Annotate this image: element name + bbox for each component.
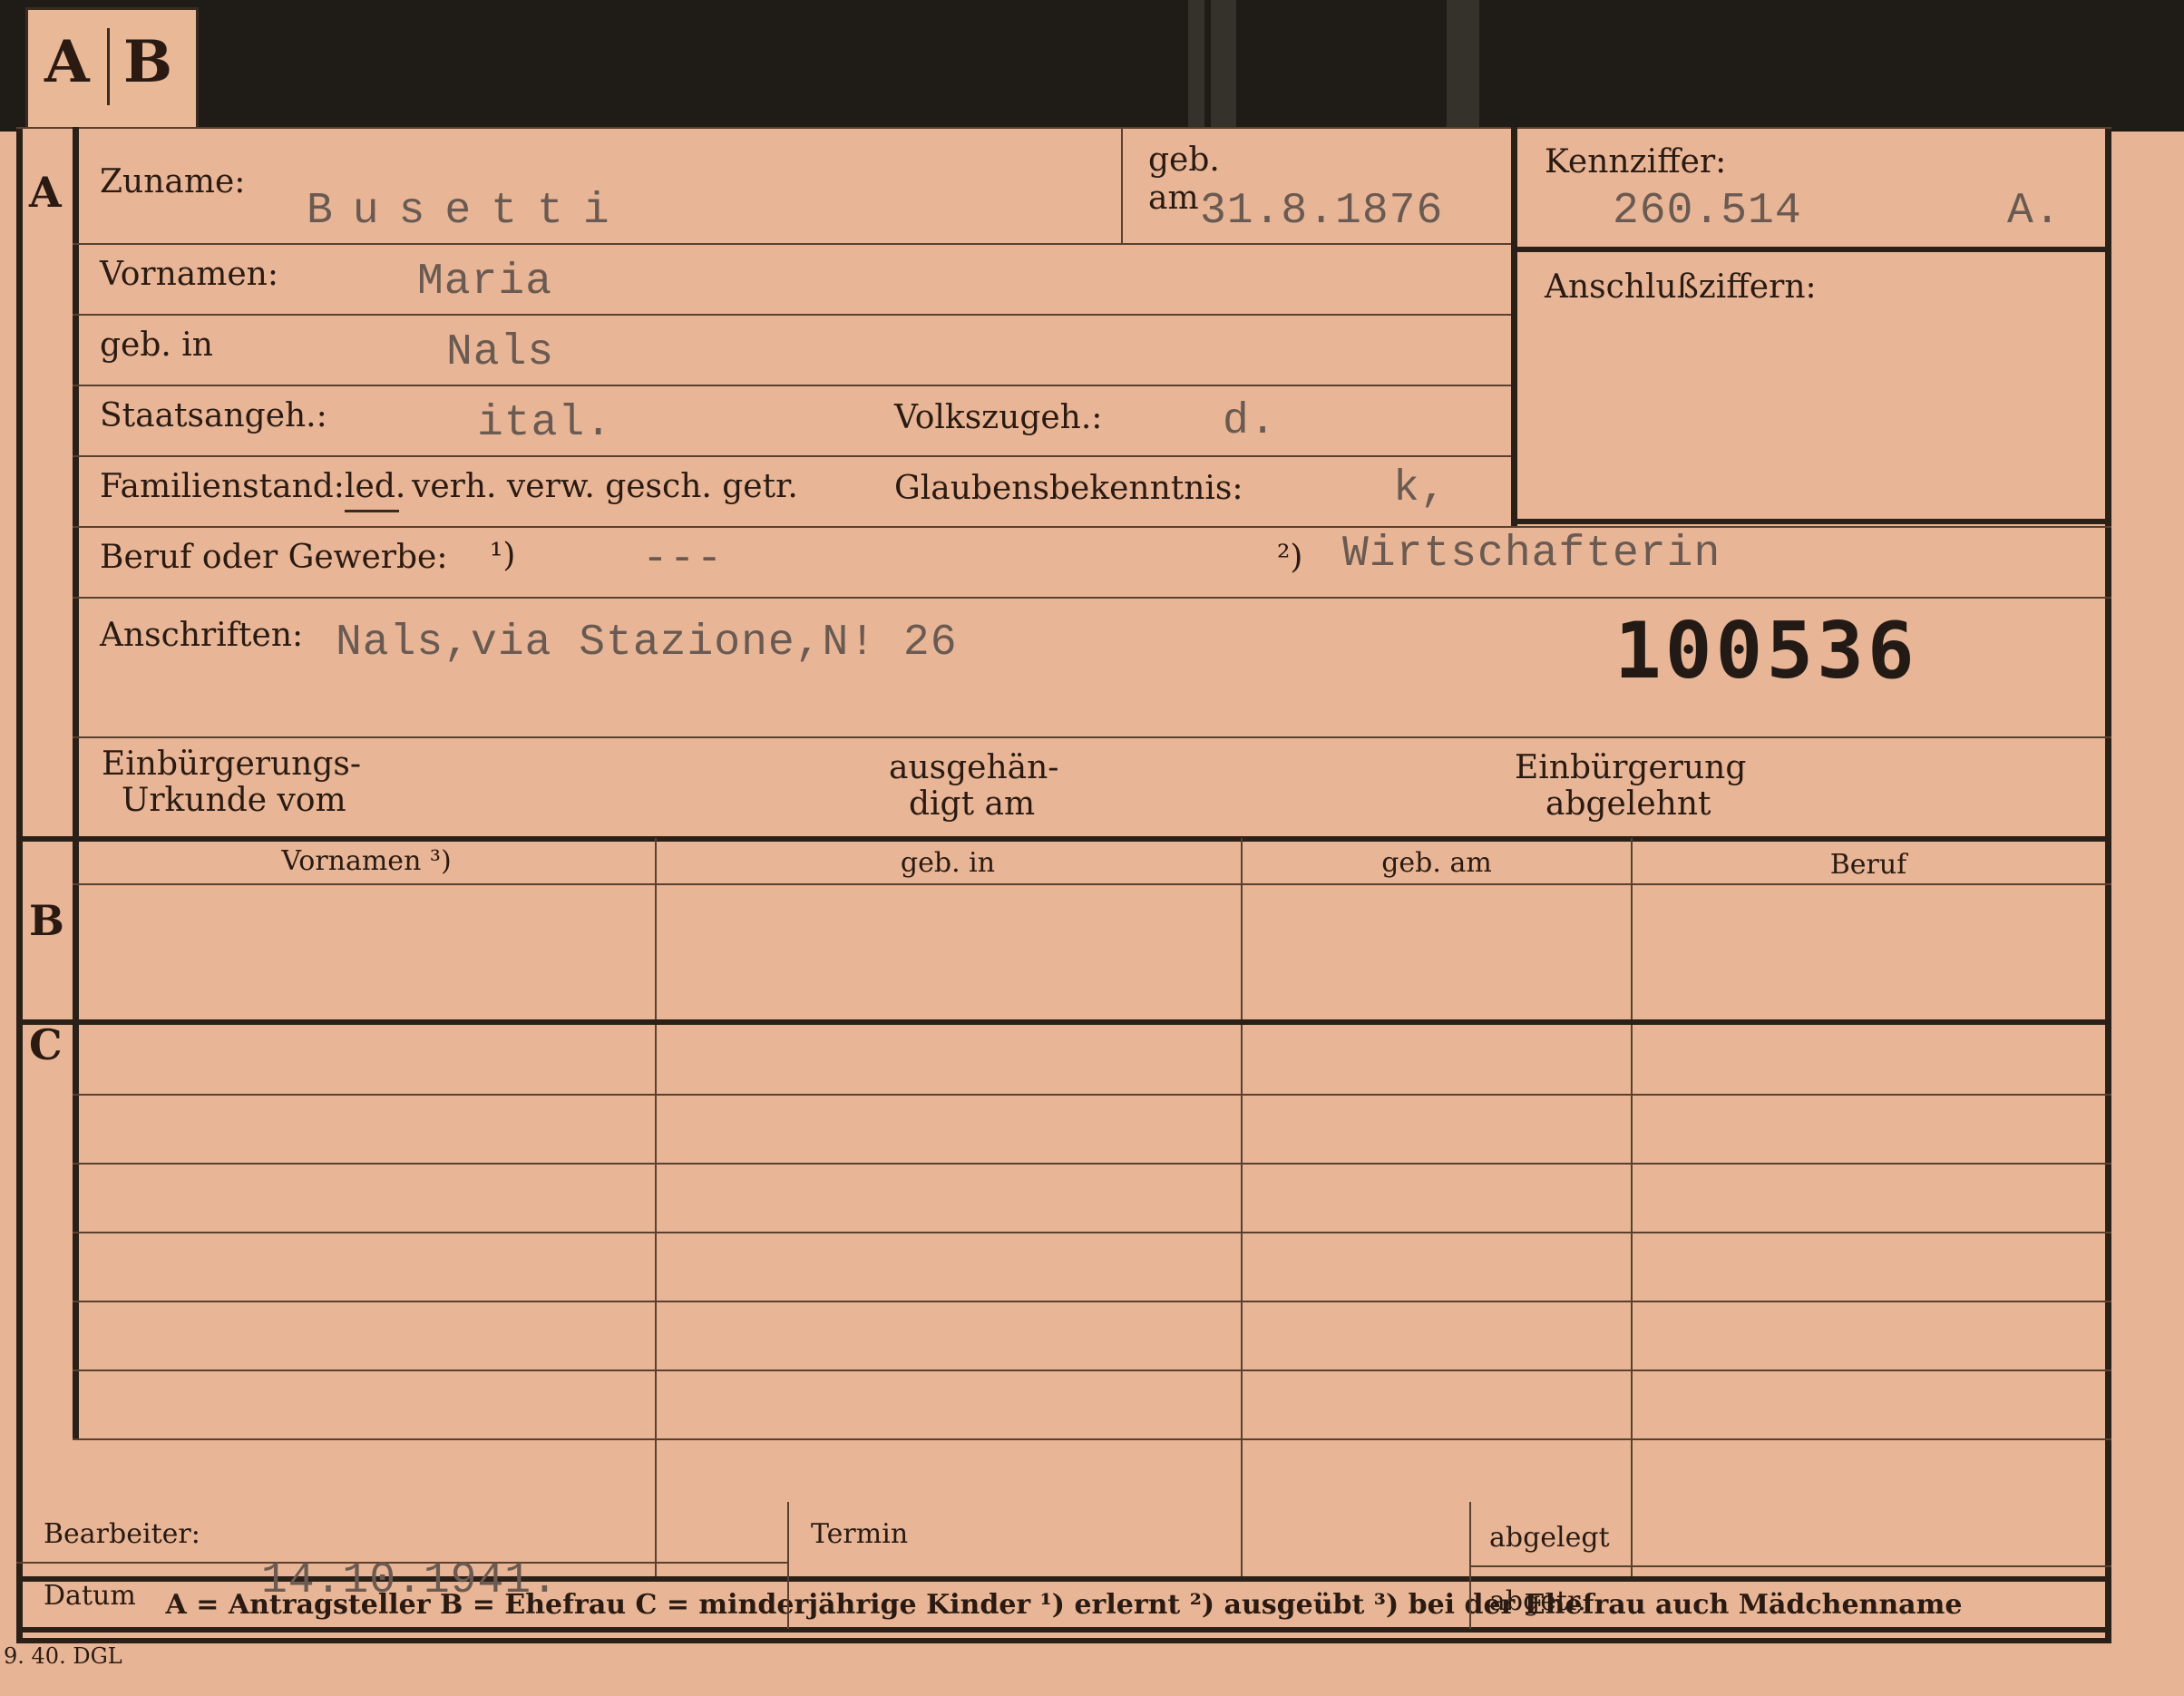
row-line	[73, 385, 1511, 386]
beruf-label: Beruf oder Gewerbe:	[100, 539, 448, 576]
section-b-letter: B	[29, 896, 64, 945]
ausgehaendigt-label-1: ausgehän-	[889, 749, 1059, 786]
anschriften-label: Anschriften:	[100, 617, 304, 654]
einbuergerung-label-1: Einbürgerungs-	[102, 746, 362, 783]
footer-block: Bearbeiter: Datum 14.10.1941. Termin abg…	[16, 1502, 2111, 1638]
beruf-ausgeuebt-value: Wirtschafterin	[1342, 530, 1721, 579]
kennziffer-suffix: A.	[2007, 187, 2062, 236]
table-row-line	[73, 1094, 2111, 1096]
stamp-number: 100536	[1614, 606, 1918, 697]
footer-divider	[787, 1502, 789, 1629]
anschluss-bottom-border	[1511, 519, 2111, 524]
section-a-letter: A	[29, 168, 62, 217]
footer-row-line	[1469, 1565, 2111, 1567]
col-header-geb-am: geb. am	[1381, 847, 1492, 879]
frame-left	[16, 127, 23, 1643]
glaubensbekenntnis-label: Glaubensbekenntnis:	[894, 470, 1243, 507]
column-divider	[655, 838, 657, 1576]
anschrift-value: Nals,via Stazione,N! 26	[336, 619, 958, 668]
registration-card: A B C Kennziffer: 260.514 A. Anschlußzif…	[16, 127, 2111, 1643]
datum-label: Datum	[44, 1580, 136, 1612]
row-line	[73, 526, 2111, 528]
section-c-top-border	[16, 1019, 2111, 1025]
col-header-beruf: Beruf	[1829, 849, 1907, 881]
abgetr-label: abgetr.	[1489, 1585, 1586, 1617]
tab-letter-b: B	[123, 28, 173, 96]
dark-background	[0, 0, 2184, 132]
zuname-label: Zuname:	[100, 163, 246, 200]
am-label: am	[1148, 180, 1199, 217]
table-header-line	[73, 883, 2111, 885]
kennziffer-divider	[1511, 247, 2111, 252]
row-line	[73, 243, 1511, 245]
tab-letter-a: A	[44, 28, 90, 96]
datum-value: 14.10.1941.	[261, 1556, 559, 1605]
beruf-note-2: ²)	[1277, 539, 1303, 576]
beruf-note-1: ¹)	[490, 537, 516, 574]
bearbeiter-label: Bearbeiter:	[44, 1518, 200, 1550]
col-header-geb-in: geb. in	[900, 847, 996, 879]
geb-am-divider	[1121, 127, 1123, 243]
familienstand-ledig: led.	[345, 468, 406, 505]
abgelehnt-label-2: abgelehnt	[1545, 785, 1711, 823]
row-line	[73, 455, 1511, 457]
abgelehnt-label-1: Einbürgerung	[1515, 749, 1747, 786]
col-header-vornamen: Vornamen ³)	[281, 845, 452, 877]
table-row-line	[73, 1163, 2111, 1165]
frame-bottom-line	[16, 1638, 2111, 1643]
ausgehaendigt-label-2: digt am	[909, 785, 1036, 823]
column-divider	[1241, 838, 1243, 1576]
table-row-line	[73, 1232, 2111, 1233]
geb-in-label: geb. in	[100, 327, 213, 364]
ledig-underline	[345, 510, 399, 512]
staatsangeh-value: ital.	[477, 399, 613, 448]
vornamen-label: Vornamen:	[100, 256, 278, 293]
table-row-line	[73, 1369, 2111, 1371]
familienstand-options: verh. verw. gesch. getr.	[412, 468, 798, 505]
row-line	[73, 736, 2111, 738]
geb-label: geb.	[1148, 141, 1220, 179]
index-tab: A B	[25, 7, 199, 137]
anschlussziffern-label: Anschlußziffern:	[1545, 268, 1817, 306]
table-row-line	[73, 1438, 2111, 1440]
zuname-value: Busetti	[307, 187, 629, 236]
section-column-divider	[73, 127, 79, 1440]
frame-right	[2105, 127, 2111, 1643]
abgelegt-label: abgelegt	[1489, 1522, 1610, 1554]
kennziffer-label: Kennziffer:	[1545, 143, 1727, 180]
staatsangeh-label: Staatsangeh.:	[100, 397, 327, 434]
table-row-line	[73, 1301, 2111, 1302]
beruf-erlernt-value: ---	[642, 535, 724, 584]
termin-label: Termin	[811, 1518, 909, 1550]
section-c-letter: C	[29, 1020, 63, 1069]
volkszugeh-value: d.	[1223, 397, 1277, 446]
frame-top-line	[16, 127, 2111, 129]
column-divider	[1631, 838, 1633, 1576]
einbuergerung-label-2: Urkunde vom	[122, 782, 346, 819]
glaubensbekenntnis-value: k,	[1393, 464, 1448, 513]
background-stripe	[1211, 0, 1236, 132]
kennziffer-value: 260.514	[1613, 187, 1802, 236]
background-stripe	[1188, 0, 1204, 132]
tab-divider	[107, 28, 110, 105]
section-b-top-border	[16, 836, 2111, 842]
background-stripe	[1447, 0, 1479, 132]
volkszugeh-label: Volkszugeh.:	[894, 399, 1103, 436]
vornamen-value: Maria	[417, 258, 553, 307]
kennziffer-left-border	[1511, 127, 1517, 526]
row-line	[73, 597, 2111, 599]
geb-am-value: 31.8.1876	[1200, 187, 1444, 236]
print-code: 9. 40. DGL	[4, 1643, 122, 1669]
geb-in-value: Nals	[446, 328, 555, 377]
familienstand-label: Familienstand:	[100, 468, 345, 505]
row-line	[73, 314, 1511, 316]
